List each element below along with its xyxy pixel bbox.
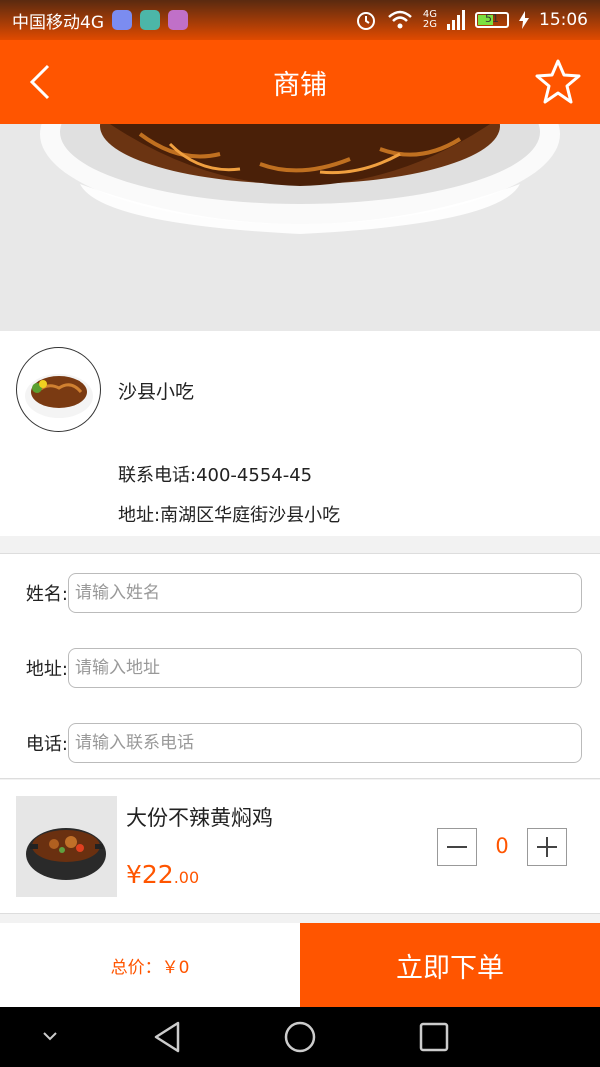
shop-phone: 联系电话:400-4554-45 (118, 465, 313, 486)
product-name: 大份不辣黄焖鸡 (126, 806, 273, 830)
hide-keyboard-icon[interactable] (36, 1029, 64, 1045)
status-bar: 中国移动4G 4G 2G 51 15:06 (0, 0, 600, 40)
product-price-decimal: .00 (173, 868, 200, 887)
address-row: 地址: (0, 647, 600, 689)
plus-icon (537, 837, 557, 857)
shop-avatar (16, 347, 101, 432)
system-nav-bar (0, 1007, 600, 1067)
decrease-quantity-button[interactable] (437, 828, 477, 866)
order-form: 姓名: 地址: 电话: (0, 553, 600, 779)
phone-input[interactable] (68, 723, 582, 763)
charging-icon (519, 11, 529, 29)
phone-label: 电话: (25, 734, 68, 755)
back-nav-icon[interactable] (150, 1019, 186, 1055)
name-label: 姓名: (25, 584, 68, 605)
product-price: ¥22.00 (126, 860, 199, 889)
network-type: 4G 2G (423, 10, 437, 30)
nav-bar: 商铺 (0, 40, 600, 124)
carrier-label: 中国移动4G (12, 12, 104, 33)
network-bottom-label: 2G (422, 19, 437, 30)
quantity-value: 0 (495, 834, 509, 858)
product-image (16, 796, 117, 897)
total-price: 总价：￥0 (110, 957, 190, 978)
address-input[interactable] (68, 648, 582, 688)
android-app-icon (140, 10, 160, 30)
shop-info-panel: 沙县小吃 联系电话:400-4554-45 地址:南湖区华庭街沙县小吃 (0, 331, 600, 536)
gallery-app-icon (168, 10, 188, 30)
address-label: 地址: (25, 659, 68, 680)
product-price-main: ¥22 (126, 860, 174, 889)
page-title: 商铺 (273, 69, 327, 101)
battery-icon: 51 (475, 12, 509, 28)
back-arrow-icon[interactable] (22, 62, 62, 102)
favorite-star-icon[interactable] (534, 58, 582, 106)
place-order-button[interactable]: 立即下单 (300, 923, 600, 1007)
wifi-icon (388, 10, 412, 29)
name-row: 姓名: (0, 572, 600, 614)
increase-quantity-button[interactable] (527, 828, 567, 866)
minus-icon (447, 846, 467, 848)
location-app-icon (112, 10, 132, 30)
phone-row: 电话: (0, 722, 600, 764)
shop-address: 地址:南湖区华庭街沙县小吃 (118, 505, 341, 526)
name-input[interactable] (68, 573, 582, 613)
clock: 15:06 (539, 10, 588, 30)
signal-icon (447, 10, 465, 30)
alarm-icon (356, 12, 375, 30)
recents-nav-icon[interactable] (416, 1019, 452, 1055)
product-item: 大份不辣黄焖鸡 ¥22.00 0 (0, 780, 600, 914)
shop-banner-image (0, 124, 600, 332)
shop-name: 沙县小吃 (118, 381, 195, 403)
battery-level: 51 (485, 12, 499, 25)
order-bar: 总价：￥0 立即下单 (0, 923, 600, 1007)
home-nav-icon[interactable] (282, 1019, 318, 1055)
